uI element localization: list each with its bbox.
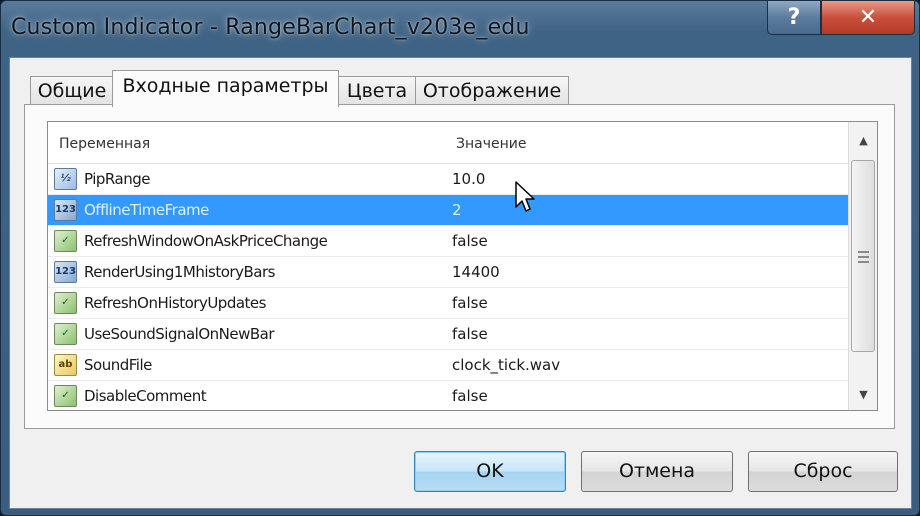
integer-param-icon: 123	[54, 199, 77, 221]
bool-param-icon: ✓	[54, 230, 77, 252]
parameters-grid: Переменная Значение ½ PipRange 10.0 123 …	[47, 121, 878, 411]
param-name: OfflineTimeFrame	[84, 201, 209, 219]
close-icon: ✕	[858, 5, 878, 30]
question-mark-icon: ?	[787, 5, 801, 30]
input-parameters-panel: Переменная Значение ½ PipRange 10.0 123 …	[24, 104, 895, 429]
window-title: Custom Indicator - RangeBarChart_v203e_e…	[11, 15, 530, 40]
param-value[interactable]: 2	[452, 201, 462, 219]
reset-button[interactable]: Сброс	[748, 451, 898, 492]
bool-param-icon: ✓	[54, 323, 77, 345]
bool-param-icon: ✓	[54, 292, 77, 314]
column-header-variable[interactable]: Переменная	[59, 136, 150, 152]
param-value[interactable]: false	[452, 294, 488, 312]
param-value[interactable]: 10.0	[452, 170, 485, 188]
tab-display[interactable]: Отображение	[415, 76, 569, 106]
title-bar[interactable]: Custom Indicator - RangeBarChart_v203e_e…	[1, 1, 920, 59]
table-row-selected[interactable]: 123 OfflineTimeFrame 2	[48, 195, 848, 226]
param-value[interactable]: false	[452, 325, 488, 343]
param-name: RefreshOnHistoryUpdates	[84, 294, 266, 312]
close-button[interactable]: ✕	[821, 1, 915, 35]
bool-param-icon: ✓	[54, 385, 77, 407]
scrollbar-thumb[interactable]	[851, 160, 875, 352]
double-param-icon: ½	[54, 168, 77, 190]
param-value[interactable]: clock_tick.wav	[452, 356, 560, 374]
dialog-client-area: Общие Входные параметры Цвета Отображени…	[9, 57, 912, 509]
table-row[interactable]: ✓ DisableComment false	[48, 381, 848, 410]
scroll-up-arrow-icon[interactable]: ▲	[849, 126, 877, 156]
grid-header: Переменная Значение	[48, 122, 848, 164]
scroll-down-arrow-icon[interactable]: ▼	[849, 380, 877, 410]
table-row[interactable]: ✓ UseSoundSignalOnNewBar false	[48, 319, 848, 350]
param-value[interactable]: false	[452, 387, 488, 405]
dialog-window: Custom Indicator - RangeBarChart_v203e_e…	[0, 0, 920, 516]
column-header-value[interactable]: Значение	[456, 136, 526, 152]
param-name: DisableComment	[84, 387, 207, 405]
param-name: RenderUsing1MhistoryBars	[84, 263, 275, 281]
table-row[interactable]: ✓ RefreshOnHistoryUpdates false	[48, 288, 848, 319]
table-row[interactable]: ½ PipRange 10.0	[48, 164, 848, 195]
param-name: PipRange	[84, 170, 150, 188]
table-row[interactable]: 123 RenderUsing1MhistoryBars 14400	[48, 257, 848, 288]
string-param-icon: ab	[54, 354, 77, 376]
param-name: RefreshWindowOnAskPriceChange	[84, 232, 328, 250]
table-row[interactable]: ab SoundFile clock_tick.wav	[48, 350, 848, 381]
integer-param-icon: 123	[54, 261, 77, 283]
param-value[interactable]: false	[452, 232, 488, 250]
param-value[interactable]: 14400	[452, 263, 500, 281]
tab-colors[interactable]: Цвета	[337, 76, 417, 106]
tab-input-parameters[interactable]: Входные параметры	[112, 70, 339, 107]
param-name: UseSoundSignalOnNewBar	[84, 325, 275, 343]
tab-general[interactable]: Общие	[30, 76, 114, 106]
help-button[interactable]: ?	[767, 1, 821, 35]
ok-button[interactable]: OK	[414, 451, 566, 492]
param-name: SoundFile	[84, 356, 152, 374]
vertical-scrollbar[interactable]: ▲ ▼	[848, 122, 877, 410]
grip-icon	[858, 251, 869, 263]
cancel-button[interactable]: Отмена	[581, 451, 733, 492]
table-row[interactable]: ✓ RefreshWindowOnAskPriceChange false	[48, 226, 848, 257]
